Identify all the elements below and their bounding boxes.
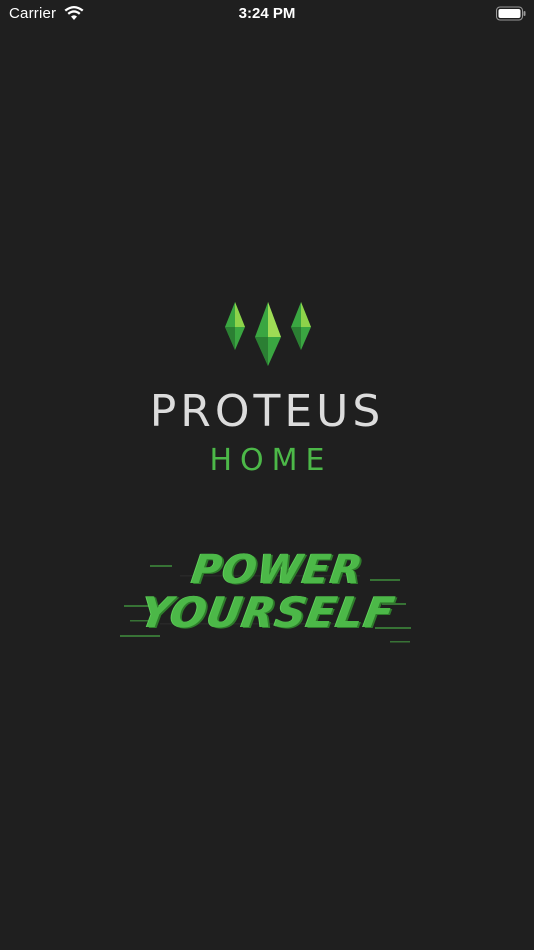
tagline-line-1: POWER (188, 547, 367, 593)
crystal-logo-icon (225, 302, 311, 366)
tagline-line-2: YOURSELF (136, 588, 399, 637)
tagline: POWER YOURSELF (120, 545, 415, 655)
battery-icon (496, 6, 526, 21)
brand-subtitle: HOME (209, 443, 333, 478)
brand-name: PROTEUS (149, 386, 385, 437)
status-bar: Carrier 3:24 PM (0, 0, 534, 28)
status-time: 3:24 PM (238, 5, 296, 22)
